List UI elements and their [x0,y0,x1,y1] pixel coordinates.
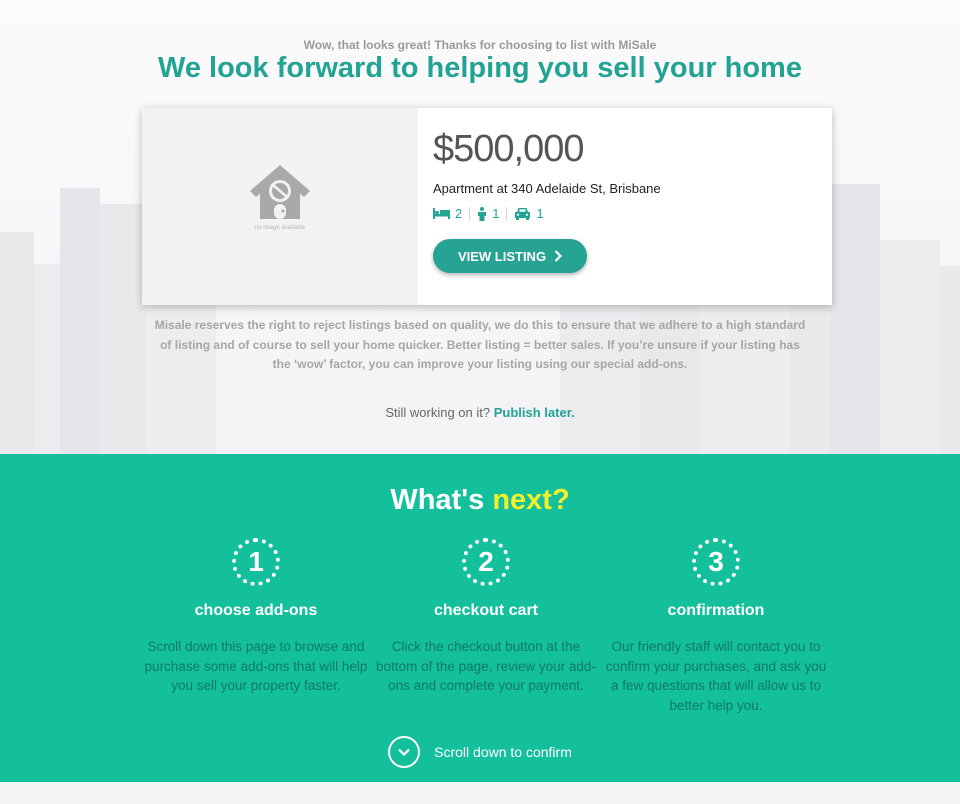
listing-card: no image available $500,000 Apartment at… [142,108,832,305]
listing-address: Apartment at 340 Adelaide St, Brisbane [433,181,661,196]
footer-strip [0,782,960,804]
step-title: checkout cart [433,602,539,619]
quality-disclaimer: Misale reserves the right to reject list… [154,318,806,371]
page-title: We look forward to helping you sell your… [158,52,802,84]
step-number-badge: 1 [232,538,280,586]
hero-section: Wow, that looks great! Thanks for choosi… [0,0,960,454]
whats-next-highlight: next? [492,484,570,516]
bedrooms-count: 2 [455,206,463,221]
view-listing-button[interactable]: VIEW LISTING [433,239,587,273]
publish-prefix: Still working on it? [385,405,491,420]
whats-next-prefix: What's [390,484,485,516]
person-icon [478,206,487,221]
bathrooms-feature: 1 [477,206,499,221]
listing-features: 2 1 1 [433,206,544,221]
publish-later-row: Still working on it? Publish later. [0,405,960,420]
listing-price: $500,000 [433,128,584,170]
publish-later-link[interactable]: Publish later. [494,405,575,420]
feature-divider [469,206,471,221]
step-description: Scroll down this page to browse and purc… [144,639,368,693]
car-icon [515,208,531,220]
bedrooms-feature: 2 [433,206,462,221]
chevron-down-icon [388,736,421,768]
step-description: Our friendly staff will contact you to c… [605,639,827,713]
bed-icon [433,208,450,219]
step-checkout-cart: 2 checkout cart Click the checkout butto… [371,538,601,696]
listing-image-placeholder: no image available [142,108,418,305]
step-description: Click the checkout button at the bottom … [376,639,596,693]
whats-next-section: What's next? 1 choose add-ons Scroll dow… [0,454,960,782]
no-image-text: no image available [254,225,306,231]
step-choose-add-ons: 1 choose add-ons Scroll down this page t… [141,538,371,696]
feature-divider [506,206,508,221]
chevron-right-icon [554,250,563,262]
view-listing-label: VIEW LISTING [457,248,547,264]
scroll-down-button[interactable]: Scroll down to confirm [0,736,960,768]
step-title: confirmation [667,602,765,619]
step-confirmation: 3 confirmation Our friendly staff will c… [601,538,831,715]
no-image-house-icon [250,165,310,219]
scroll-down-label: Scroll down to confirm [434,744,572,760]
thanks-subtitle: Wow, that looks great! Thanks for choosi… [303,38,657,52]
step-title: choose add-ons [194,602,318,619]
step-number-badge: 2 [462,538,510,586]
parking-count: 1 [536,206,544,221]
bathrooms-count: 1 [492,206,500,221]
whats-next-title: What's next? [0,484,960,517]
parking-feature: 1 [514,206,544,221]
step-number-badge: 3 [692,538,740,586]
